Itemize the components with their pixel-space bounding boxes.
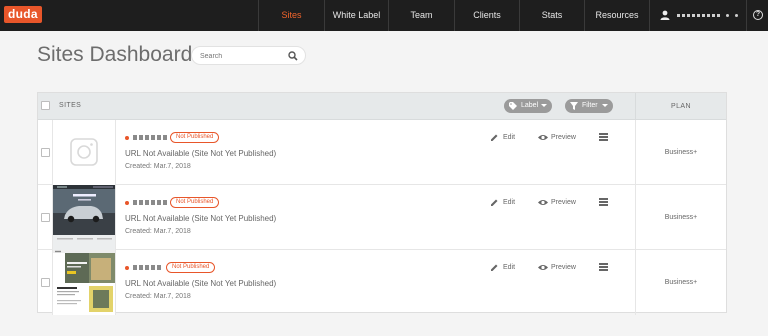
status-badge: Not Published (166, 262, 216, 273)
status-badge: Not Published (170, 197, 220, 208)
page-title: Sites Dashboard (37, 43, 193, 66)
site-thumbnail[interactable] (53, 185, 116, 250)
filter-icon (570, 102, 578, 110)
user-name-redacted (677, 14, 721, 17)
site-thumbnail[interactable] (53, 120, 116, 185)
top-nav: duda Sites White Label Team Clients Stat… (0, 0, 768, 31)
user-dots (726, 14, 740, 17)
edit-label: Edit (503, 264, 516, 271)
select-all-checkbox[interactable] (41, 101, 50, 110)
status-badge: Not Published (170, 132, 220, 143)
pencil-icon (491, 134, 498, 141)
edit-button[interactable]: Edit (490, 133, 515, 143)
nav-team[interactable]: Team (388, 0, 454, 31)
edit-label: Edit (503, 199, 516, 206)
edit-button[interactable]: Edit (490, 263, 515, 273)
user-icon (660, 10, 670, 20)
status-dot (125, 136, 129, 140)
preview-label: Preview (551, 199, 576, 206)
plan-name: Business+ (635, 185, 726, 250)
nav-resources[interactable]: Resources (584, 0, 649, 31)
label-button-text: Label (521, 102, 539, 109)
car-site-screenshot-image (53, 185, 115, 250)
label-button[interactable]: Label (504, 99, 552, 113)
eye-icon (538, 135, 548, 140)
site-name-redacted (133, 200, 167, 205)
search-input[interactable] (200, 50, 280, 62)
eye-icon (538, 200, 548, 205)
row-checkbox[interactable] (41, 148, 50, 157)
site-url: URL Not Available (Site Not Yet Publishe… (125, 214, 277, 223)
site-thumbnail[interactable] (53, 250, 116, 315)
nav-white-label[interactable]: White Label (324, 0, 388, 31)
pencil-icon (491, 199, 498, 206)
user-menu[interactable] (649, 0, 746, 31)
created-date: Created: Mar.7, 2018 (125, 163, 191, 170)
header-plan: PLAN (635, 93, 726, 120)
eye-icon (538, 265, 548, 270)
row-menu-icon[interactable] (599, 133, 608, 141)
table-header: SITES Label Filter PLAN (38, 93, 726, 120)
site-name-redacted (133, 135, 167, 140)
filter-button[interactable]: Filter (565, 99, 613, 113)
header-sites: SITES (59, 102, 82, 109)
preview-button[interactable]: Preview (538, 133, 576, 143)
filter-button-text: Filter (582, 102, 598, 109)
sites-table: SITES Label Filter PLAN Not Published UR… (37, 92, 727, 315)
table-row[interactable]: Not Published URL Not Available (Site No… (38, 185, 726, 250)
row-menu-icon[interactable] (599, 198, 608, 206)
label-caret-icon (541, 104, 547, 107)
search-box[interactable] (191, 46, 306, 65)
search-icon[interactable] (288, 51, 298, 61)
preview-button[interactable]: Preview (538, 198, 576, 208)
edit-label: Edit (503, 134, 516, 141)
placeholder-icon (70, 138, 98, 166)
table-row[interactable]: Not Published URL Not Available (Site No… (38, 250, 726, 315)
business-site-screenshot-image (53, 250, 115, 315)
duda-logo[interactable]: duda (4, 6, 42, 23)
row-checkbox[interactable] (41, 278, 50, 287)
site-url: URL Not Available (Site Not Yet Publishe… (125, 279, 277, 288)
site-url: URL Not Available (Site Not Yet Publishe… (125, 149, 277, 158)
edit-button[interactable]: Edit (490, 198, 515, 208)
plan-name: Business+ (635, 120, 726, 185)
created-date: Created: Mar.7, 2018 (125, 293, 191, 300)
tag-icon (509, 102, 517, 110)
pencil-icon (491, 264, 498, 271)
row-menu-icon[interactable] (599, 263, 608, 271)
nav-clients[interactable]: Clients (454, 0, 519, 31)
preview-label: Preview (551, 134, 576, 141)
help-icon: ? (753, 10, 763, 20)
table-row[interactable]: Not Published URL Not Available (Site No… (38, 120, 726, 185)
status-dot (125, 201, 129, 205)
filter-caret-icon (602, 104, 608, 107)
nav-sites[interactable]: Sites (258, 0, 324, 31)
plan-name: Business+ (635, 250, 726, 315)
created-date: Created: Mar.7, 2018 (125, 228, 191, 235)
row-checkbox[interactable] (41, 213, 50, 222)
help-button[interactable]: ? (746, 0, 768, 31)
status-dot (125, 266, 129, 270)
preview-label: Preview (551, 264, 576, 271)
nav-stats[interactable]: Stats (519, 0, 584, 31)
site-name-redacted (133, 265, 163, 270)
preview-button[interactable]: Preview (538, 263, 576, 273)
